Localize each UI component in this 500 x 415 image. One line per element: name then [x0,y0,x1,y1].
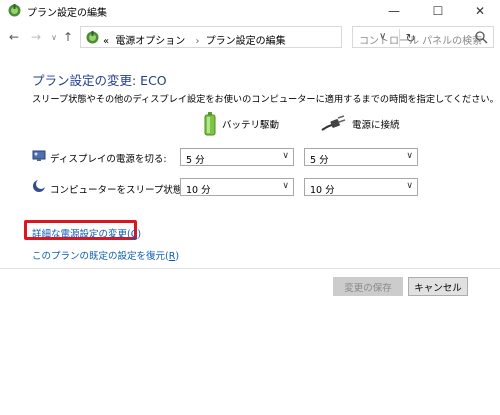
forward-arrow-icon[interactable]: → [28,28,44,46]
minimize-button[interactable]: — [376,0,412,22]
title-bar: プラン設定の編集 — ☐ ✕ [0,0,500,22]
sleep-battery-select[interactable]: 10 分 ∨ [180,178,294,196]
display-off-label: ディスプレイの電源を切る: [50,154,167,165]
sleep-moon-icon [33,179,46,192]
maximize-button[interactable]: ☐ [420,0,456,22]
control-panel-icon [86,31,99,44]
search-box[interactable]: コントロール パネルの検索 [352,26,494,48]
chevron-down-icon: ∨ [406,151,413,161]
close-button[interactable]: ✕ [462,0,498,22]
page-description: スリープ状態やその他のディスプレイ設定をお使いのコンピューターに適用するまでの時… [32,94,499,105]
search-input[interactable]: コントロール パネルの検索 [359,32,482,47]
breadcrumb-overflow[interactable]: « [103,36,109,47]
sleep-plugged-select[interactable]: 10 分 ∨ [304,178,418,196]
sleep-battery-value: 10 分 [186,185,211,196]
breadcrumb-edit-plan[interactable]: プラン設定の編集 [206,36,286,47]
chevron-down-icon: ∨ [282,181,289,191]
divider [0,268,500,269]
address-bar[interactable]: « 電源オプション › プラン設定の編集 ∨ ↻ [80,26,416,48]
plugged-column-label: 電源に接続 [352,120,400,131]
display-battery-select[interactable]: 5 分 ∨ [180,148,294,166]
restore-defaults-link[interactable]: このプランの既定の設定を復元(R) [32,248,179,262]
battery-column-header: バッテリ駆動 [204,111,279,137]
breadcrumb-power-options[interactable]: 電源オプション [115,36,185,47]
back-arrow-icon[interactable]: ← [6,28,22,46]
chevron-down-icon: ∨ [406,181,413,191]
advanced-power-settings-link[interactable]: 詳細な電源設定の変更(C) [32,226,141,240]
breadcrumb-separator-icon: › [195,36,200,47]
battery-icon [204,112,216,136]
window-title: プラン設定の編集 [27,8,107,19]
display-plugged-value: 5 分 [310,155,329,166]
display-icon [32,150,46,161]
search-icon [475,31,488,44]
sleep-plugged-value: 10 分 [310,185,335,196]
power-options-icon [8,4,21,17]
breadcrumb: « 電源オプション › プラン設定の編集 [103,32,289,47]
cancel-button[interactable]: キャンセル [408,277,468,296]
plugged-column-header: 電源に接続 [320,111,400,137]
display-plugged-select[interactable]: 5 分 ∨ [304,148,418,166]
up-arrow-icon[interactable]: ↑ [60,28,76,46]
navigation-bar: ← → ∨ ↑ « 電源オプション › プラン設定の編集 ∨ ↻ コントロール … [0,24,500,50]
save-changes-button[interactable]: 変更の保存 [333,277,403,296]
battery-column-label: バッテリ駆動 [222,120,280,131]
display-battery-value: 5 分 [186,155,205,166]
page-title: プラン設定の変更: ECO [32,73,167,88]
power-plug-icon [321,115,346,131]
chevron-down-icon: ∨ [282,151,289,161]
